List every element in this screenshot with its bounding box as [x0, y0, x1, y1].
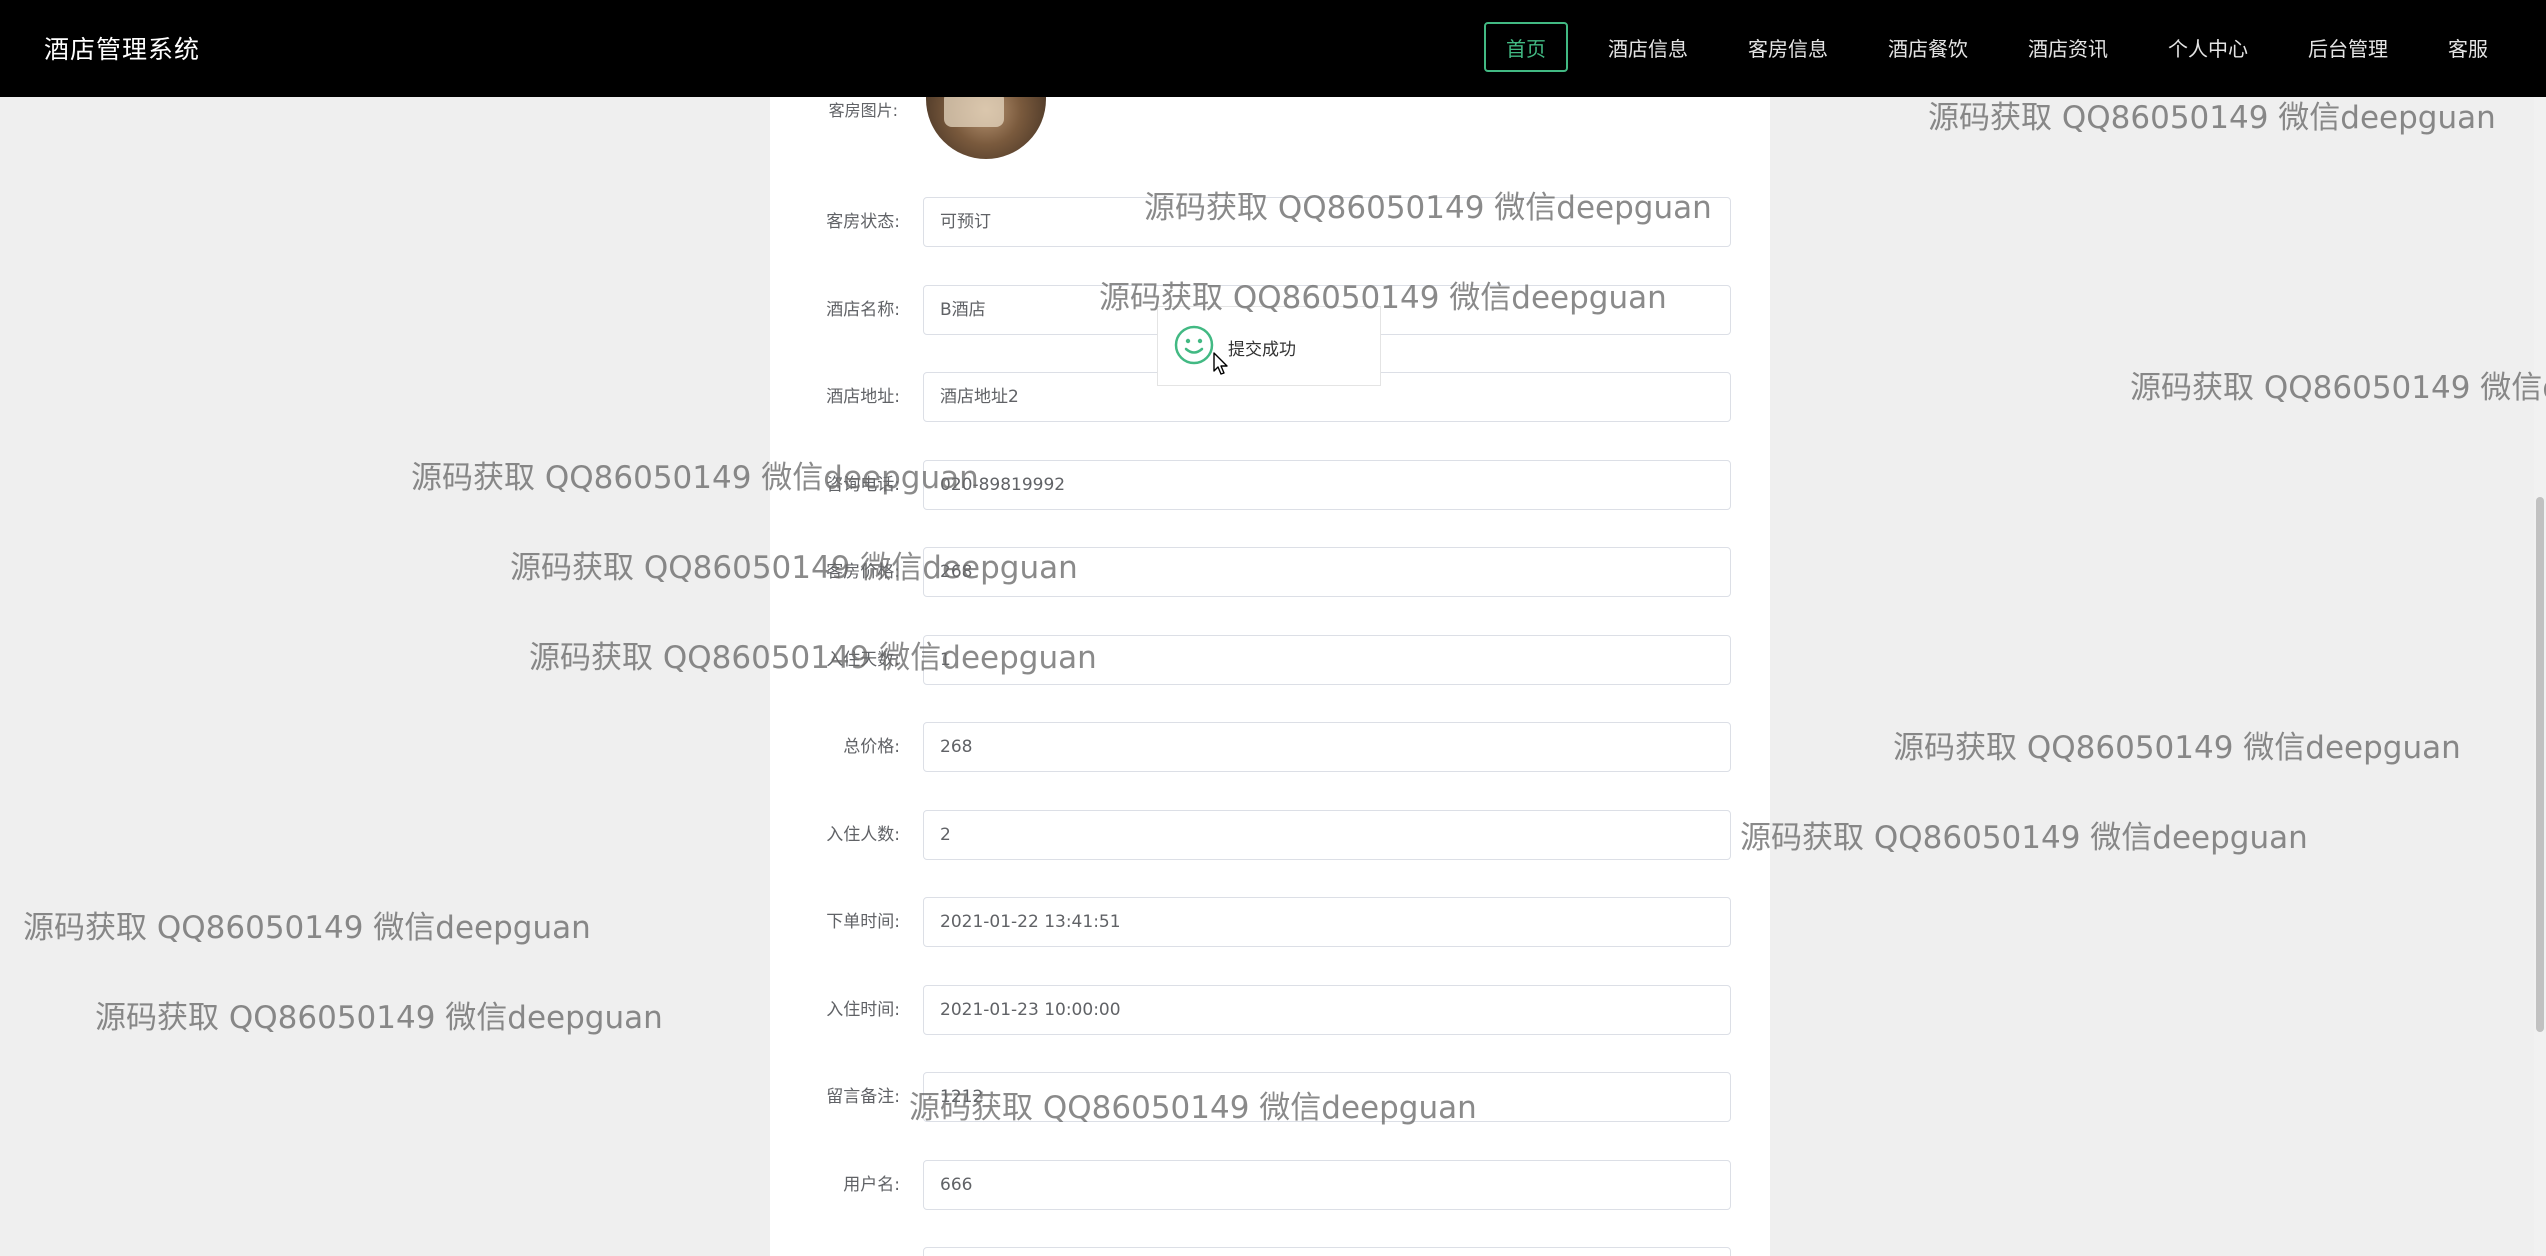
watermark: 源码获取 QQ86050149 微信deepguan — [1928, 100, 2496, 136]
success-toast: 提交成功 — [1157, 306, 1381, 386]
field-label: 留言备注: — [826, 1087, 900, 1107]
form-row-guest-count: 入住人数: 2 — [770, 810, 1770, 860]
field-label: 入住人数: — [826, 825, 900, 845]
nav-item-home[interactable]: 首页 — [1484, 22, 1568, 72]
form-row-remarks: 留言备注: 1212 — [770, 1072, 1770, 1122]
checkin-time-field[interactable]: 2021-01-23 10:00:00 — [923, 985, 1731, 1035]
nav-item-hotel-info[interactable]: 酒店信息 — [1578, 22, 1718, 72]
nav-item-hotel-news[interactable]: 酒店资讯 — [1998, 22, 2138, 72]
watermark: 源码获取 QQ86050149 微信deepguan — [95, 1000, 663, 1036]
remarks-field[interactable]: 1212 — [923, 1072, 1731, 1122]
form-row-username: 用户名: 666 — [770, 1160, 1770, 1210]
scrollbar-thumb[interactable] — [2536, 497, 2544, 1032]
booking-detail-form: 客房图片: 客房状态: 可预订 酒店名称: B酒店 酒店地址: 酒店地址2 咨询… — [770, 77, 1770, 1256]
toast-message: 提交成功 — [1228, 340, 1296, 360]
field-label: 客房状态: — [826, 212, 900, 232]
order-time-field[interactable]: 2021-01-22 13:41:51 — [923, 897, 1731, 947]
field-label: 下单时间: — [826, 912, 900, 932]
phone-field[interactable]: 020-89819992 — [923, 460, 1731, 510]
form-row-partial — [770, 1247, 1770, 1256]
form-row-phone: 咨询电话: 020-89819992 — [770, 460, 1770, 510]
field-label: 用户名: — [843, 1175, 900, 1195]
form-row-stay-days: 入住天数: 1 — [770, 635, 1770, 685]
next-field[interactable] — [923, 1247, 1731, 1256]
watermark: 源码获取 QQ86050149 微信deepguan — [1893, 730, 2461, 766]
form-row-checkin-time: 入住时间: 2021-01-23 10:00:00 — [770, 985, 1770, 1035]
field-label: 酒店地址: — [826, 387, 900, 407]
field-label: 入住时间: — [826, 1000, 900, 1020]
form-row-room-status: 客房状态: 可预订 — [770, 197, 1770, 247]
form-row-total-price: 总价格: 268 — [770, 722, 1770, 772]
form-row-order-time: 下单时间: 2021-01-22 13:41:51 — [770, 897, 1770, 947]
field-label: 入住天数: — [826, 650, 900, 670]
room-image-row: 客房图片: — [770, 77, 1770, 162]
field-label: 客房价格: — [826, 562, 900, 582]
smile-icon — [1174, 325, 1214, 365]
watermark: 源码获取 QQ86050149 微信deepguan — [1740, 820, 2308, 856]
nav-item-customer-service[interactable]: 客服 — [2418, 22, 2518, 72]
field-label: 咨询电话: — [826, 475, 900, 495]
mouse-cursor-icon — [1213, 352, 1228, 375]
nav-item-hotel-dining[interactable]: 酒店餐饮 — [1858, 22, 1998, 72]
nav-item-room-info[interactable]: 客房信息 — [1718, 22, 1858, 72]
nav-item-personal-center[interactable]: 个人中心 — [2138, 22, 2278, 72]
username-field[interactable]: 666 — [923, 1160, 1731, 1210]
form-row-room-price: 客房价格: 268 — [770, 547, 1770, 597]
total-price-field[interactable]: 268 — [923, 722, 1731, 772]
nav-item-admin[interactable]: 后台管理 — [2278, 22, 2418, 72]
app-title[interactable]: 酒店管理系统 — [44, 30, 200, 66]
page-scrollbar[interactable] — [2534, 97, 2546, 1256]
room-price-field[interactable]: 268 — [923, 547, 1731, 597]
stay-days-field[interactable]: 1 — [923, 635, 1731, 685]
room-image-label: 客房图片: — [828, 101, 898, 119]
field-label: 酒店名称: — [826, 300, 900, 320]
main-nav: 首页 酒店信息 客房信息 酒店餐饮 酒店资讯 个人中心 后台管理 客服 — [1484, 22, 2518, 72]
guest-count-field[interactable]: 2 — [923, 810, 1731, 860]
top-navigation-bar: 酒店管理系统 首页 酒店信息 客房信息 酒店餐饮 酒店资讯 个人中心 后台管理 … — [0, 0, 2546, 97]
field-label: 总价格: — [843, 737, 900, 757]
watermark: 源码获取 QQ86050149 微信deepguan — [23, 910, 591, 946]
room-status-field[interactable]: 可预订 — [923, 197, 1731, 247]
watermark: 源码获取 QQ86050149 微信deepguan — [2130, 370, 2546, 406]
